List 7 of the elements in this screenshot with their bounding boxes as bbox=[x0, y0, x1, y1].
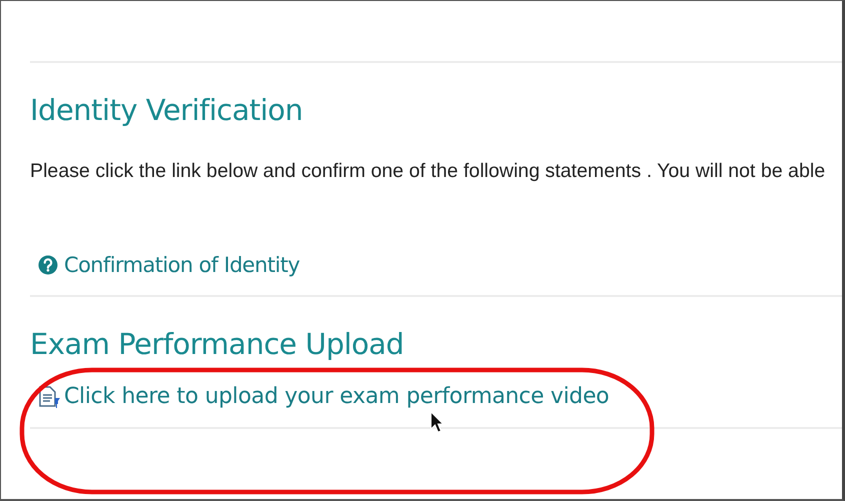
section-heading: Exam Performance Upload bbox=[30, 327, 405, 361]
upload-link[interactable]: Click here to upload your exam performance video bbox=[64, 384, 610, 408]
help-icon bbox=[38, 255, 58, 275]
section-heading: Identity Verification bbox=[30, 93, 304, 127]
mouse-cursor-icon bbox=[430, 411, 444, 433]
confirmation-link[interactable]: Confirmation of Identity bbox=[64, 253, 300, 277]
instruction-text: Please click the link below and confirm one of the following statements . You will not be able bbox=[30, 160, 826, 183]
